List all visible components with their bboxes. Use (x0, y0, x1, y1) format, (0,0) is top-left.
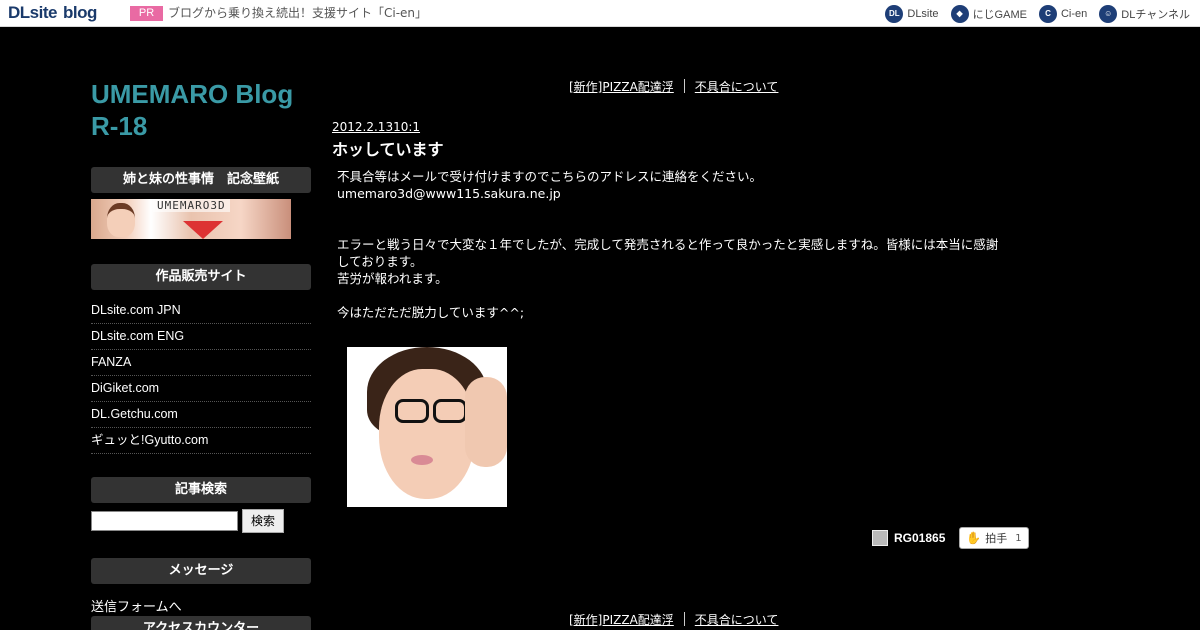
author-avatar-icon (872, 530, 888, 546)
character-hand (465, 377, 507, 467)
clap-button[interactable]: ✋ 拍手 1 (959, 527, 1029, 549)
top-links: DL DLsite ◆ にじGAME C Ci-en ☺ DLチャンネル (885, 4, 1190, 24)
post-body-line: 不具合等はメールで受け付けますのでこちらのアドレスに連絡をください。 (337, 169, 763, 184)
glasses-left-lens (395, 399, 429, 423)
dlchannel-icon: ☺ (1099, 5, 1118, 23)
dlsite-icon: DL (885, 5, 904, 23)
post-navigation-top: [新作]PIZZA配達浮 不具合について (569, 78, 778, 94)
clap-hands-icon: ✋ (966, 531, 982, 545)
top-link-label: DLチャンネル (1121, 9, 1190, 21)
post-body-line: エラーと戦う日々で大変な１年でしたが、完成して発売されると作って良かったと実感し… (337, 237, 999, 252)
access-counter-heading: アクセスカウンター (91, 616, 311, 630)
top-link-label: にじGAME (972, 9, 1027, 21)
next-post-link[interactable]: 不具合について (695, 611, 779, 628)
top-link-label: DLsite (907, 8, 939, 20)
author-name: RG01865 (894, 531, 946, 545)
post-navigation-bottom: [新作]PIZZA配達浮 不具合について (569, 611, 778, 627)
sales-sites-heading: 作品販売サイト (91, 264, 311, 290)
search-heading: 記事検索 (91, 477, 311, 503)
search-input[interactable] (91, 511, 238, 531)
sales-site-getchu[interactable]: DL.Getchu.com (91, 402, 311, 428)
post-body-line: 苦労が報われます。 (337, 271, 448, 286)
top-link-label: Ci-en (1060, 8, 1088, 20)
logo-main: DLsite (8, 3, 57, 22)
post-title: ホッしています (332, 140, 444, 159)
nav-divider (683, 79, 685, 93)
character-face (379, 369, 475, 499)
top-link-cien[interactable]: C Ci-en (1038, 5, 1088, 23)
top-link-dlsite[interactable]: DL DLsite (885, 5, 939, 23)
clap-label: 拍手 (985, 532, 1008, 545)
wallpaper-banner-text: UMEMARO3D (153, 199, 230, 212)
prev-post-link[interactable]: [新作]PIZZA配達浮 (569, 611, 674, 628)
dlsite-blog-logo[interactable]: DLsite blog (8, 3, 97, 23)
character-mouth (411, 455, 433, 465)
sales-sites-list: DLsite.com JPN DLsite.com ENG FANZA DiGi… (91, 298, 311, 454)
sales-site-dlsite-jpn[interactable]: DLsite.com JPN (91, 298, 311, 324)
blog-title[interactable]: UMEMARO Blog R-18 (91, 78, 321, 142)
cien-icon: C (1038, 5, 1057, 23)
prev-post-link[interactable]: [新作]PIZZA配達浮 (569, 78, 674, 95)
search-button[interactable]: 検索 (242, 509, 284, 533)
sales-site-digiket[interactable]: DiGiket.com (91, 376, 311, 402)
post-body-line: しております。 (337, 254, 423, 269)
wallpaper-ribbon (183, 221, 223, 239)
logo-sub: blog (62, 3, 97, 22)
sales-site-fanza[interactable]: FANZA (91, 350, 311, 376)
post-character-image[interactable] (347, 347, 507, 507)
next-post-link[interactable]: 不具合について (695, 78, 779, 95)
clap-count: 1 (1015, 532, 1022, 544)
post-date[interactable]: 2012.2.1310:1 (332, 120, 420, 134)
post-email: umemaro3d@www115.sakura.ne.jp (337, 186, 561, 201)
top-link-nijigame[interactable]: ◆ にじGAME (950, 5, 1027, 23)
wallpaper-heading: 姉と妹の性事情 記念壁紙 (91, 167, 311, 193)
message-heading: メッセージ (91, 558, 311, 584)
wallpaper-banner[interactable]: UMEMARO3D (91, 199, 291, 239)
top-bar: DLsite blog PR ブログから乗り換え続出！支援サイト「Ci-en」 D… (0, 0, 1200, 27)
top-link-dlchannel[interactable]: ☺ DLチャンネル (1099, 5, 1190, 23)
nijigame-icon: ◆ (950, 5, 969, 23)
glasses-right-lens (433, 399, 467, 423)
post-author[interactable]: RG01865 (872, 530, 945, 546)
nav-divider (683, 612, 685, 626)
sales-site-gyutto[interactable]: ギュッと!Gyutto.com (91, 428, 311, 454)
message-form-link[interactable]: 送信フォームへ (91, 596, 182, 615)
pr-link[interactable]: ブログから乗り換え続出！支援サイト「Ci-en」 (168, 6, 427, 21)
post-body-line: 今はただただ脱力しています^^; (337, 305, 525, 320)
pr-badge: PR (130, 6, 163, 21)
sales-site-dlsite-eng[interactable]: DLsite.com ENG (91, 324, 311, 350)
wallpaper-character-face (107, 203, 135, 237)
